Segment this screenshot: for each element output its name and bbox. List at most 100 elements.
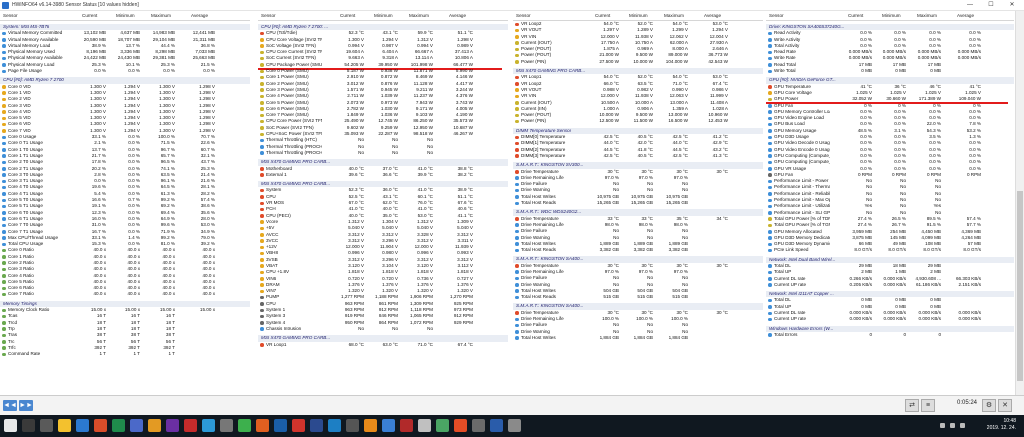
header-average[interactable]: Average bbox=[449, 13, 466, 18]
value-maximum: 104.000 W bbox=[665, 58, 688, 64]
header-minimum[interactable]: Minimum bbox=[116, 13, 135, 18]
app-icon-13[interactable] bbox=[310, 419, 323, 432]
header-minimum[interactable]: Minimum bbox=[374, 13, 393, 18]
header-average[interactable]: Average bbox=[704, 13, 721, 18]
windows-taskbar: 10:48 2019. 12. 24. bbox=[0, 415, 1024, 437]
task-view-icon[interactable] bbox=[40, 419, 53, 432]
sensor-row[interactable]: External 1 39.6 °C 36.6 °C 39.9 °C 38.2 °C bbox=[258, 172, 508, 178]
header-maximum[interactable]: Maximum bbox=[151, 13, 171, 18]
app-icon-24[interactable] bbox=[508, 419, 521, 432]
column-header[interactable]: Sensor Current Minimum Maximum Average bbox=[766, 11, 1014, 21]
sensor-row[interactable]: Thermal Throttling (PROCHOT EXT)NoNoNo bbox=[258, 150, 508, 156]
sensor-row[interactable]: Total Host Reads 3,382 GB 3,382 GB 3,382 GB bbox=[513, 247, 763, 253]
network-icon[interactable]: ⇄ bbox=[905, 399, 919, 412]
window-title: HWiNFO64 v6.14-3980 Sensor Status [10 va… bbox=[12, 2, 139, 8]
header-sensor[interactable]: Sensor bbox=[3, 13, 18, 18]
sensor-row[interactable]: Chassis Intrusion No No No bbox=[258, 326, 508, 332]
taskbar-clock[interactable]: 10:48 2019. 12. 24. bbox=[987, 418, 1016, 432]
sensor-row[interactable]: Core 7 Ratio 40.0 x 40.0 x 40.0 x 40.0 x bbox=[0, 291, 250, 297]
header-minimum[interactable]: Minimum bbox=[882, 13, 901, 18]
column-header[interactable]: Sensor Current Minimum Maximum Average bbox=[513, 11, 763, 21]
start-icon[interactable] bbox=[4, 419, 17, 432]
header-sensor[interactable]: Sensor bbox=[769, 13, 784, 18]
header-maximum[interactable]: Maximum bbox=[917, 13, 937, 18]
sensor-type-icon bbox=[768, 204, 772, 209]
nav-left-button[interactable]: ◄◄ bbox=[3, 400, 17, 411]
header-current[interactable]: Current bbox=[340, 13, 355, 18]
header-current[interactable]: Current bbox=[82, 13, 97, 18]
store-icon[interactable] bbox=[76, 419, 89, 432]
app-icon-21[interactable] bbox=[454, 419, 467, 432]
sensor-row[interactable]: Total Errors 0 0 0 bbox=[766, 332, 1014, 338]
sensor-row[interactable]: Total Host Reads 515 GB 515 GB 515 GB bbox=[513, 294, 763, 300]
network-tray-icon[interactable] bbox=[960, 423, 965, 428]
scrollbar-thumb[interactable] bbox=[1017, 191, 1023, 381]
app-icon-10[interactable] bbox=[256, 419, 269, 432]
minimize-button[interactable]: — bbox=[960, 0, 980, 11]
sensor-type-icon bbox=[768, 198, 772, 203]
sensor-row[interactable]: Power (PIN) 27.500 W 10.000 W 104.000 W 42.5… bbox=[513, 59, 763, 65]
app-icon-7[interactable] bbox=[202, 419, 215, 432]
header-maximum[interactable]: Maximum bbox=[664, 13, 684, 18]
app-icon-9[interactable] bbox=[238, 419, 251, 432]
header-sensor[interactable]: Sensor bbox=[261, 13, 276, 18]
header-current[interactable]: Current bbox=[595, 13, 610, 18]
header-current[interactable]: Current bbox=[848, 13, 863, 18]
close-button[interactable]: ✕ bbox=[1002, 0, 1022, 11]
sensor-type-icon bbox=[260, 119, 264, 124]
sensor-type-icon bbox=[2, 31, 6, 36]
app-icon-8[interactable] bbox=[220, 419, 233, 432]
app-icon-15[interactable] bbox=[346, 419, 359, 432]
volume-icon[interactable] bbox=[950, 423, 955, 428]
close-sensors-icon[interactable]: ✕ bbox=[998, 399, 1012, 412]
header-minimum[interactable]: Minimum bbox=[629, 13, 648, 18]
header-sensor[interactable]: Sensor bbox=[516, 13, 531, 18]
value-maximum: 39.9 °C bbox=[417, 171, 433, 177]
sensor-row[interactable]: PCIe Link Speed 8.0 GT/s 8.0 GT/s 8.0 GT/s 8… bbox=[766, 247, 1014, 253]
value-maximum: 40.0 x bbox=[162, 291, 175, 297]
column-header[interactable]: Sensor Current Minimum Maximum Average bbox=[258, 11, 508, 21]
app-icon-23[interactable] bbox=[490, 419, 503, 432]
value-average: 40.0 x bbox=[202, 291, 215, 297]
report-icon[interactable]: ≡ bbox=[921, 399, 935, 412]
search-icon[interactable] bbox=[22, 419, 35, 432]
maximize-button[interactable]: ☐ bbox=[981, 0, 1001, 11]
app-icon-17[interactable] bbox=[382, 419, 395, 432]
app-icon-1[interactable] bbox=[94, 419, 107, 432]
sensor-row[interactable]: Write Total 0 MB 0 MB 0 MB bbox=[766, 68, 1014, 74]
app-icon-18[interactable] bbox=[400, 419, 413, 432]
app-icon-3[interactable] bbox=[130, 419, 143, 432]
sensor-row[interactable]: Current UP rate 0.205 KB/s 0.000 KB/s 61.18… bbox=[766, 282, 1014, 288]
column-header[interactable]: Sensor Current Minimum Maximum Average bbox=[0, 11, 250, 21]
app-icon-4[interactable] bbox=[148, 419, 161, 432]
app-icon-16[interactable] bbox=[364, 419, 377, 432]
nav-right-button[interactable]: ►► bbox=[19, 400, 33, 411]
tray-icon[interactable] bbox=[940, 423, 945, 428]
sensor-row[interactable]: Total Host Writes 1,884 GB 1,884 GB 1,884 G… bbox=[513, 335, 763, 341]
explorer-icon[interactable] bbox=[58, 419, 71, 432]
header-average[interactable]: Average bbox=[957, 13, 974, 18]
app-icon-20[interactable] bbox=[436, 419, 449, 432]
sensor-type-icon bbox=[260, 167, 264, 171]
settings-icon[interactable]: ⚙ bbox=[982, 399, 996, 412]
value-minimum: No bbox=[392, 325, 398, 331]
sensor-row[interactable]: Current UP rate 0.000 KB/s 0.000 KB/s 0.000… bbox=[766, 316, 1014, 322]
sensor-row[interactable]: Total Host Reads 15,265 GB 15,265 GB 15,265… bbox=[513, 200, 763, 206]
app-icon-22[interactable] bbox=[472, 419, 485, 432]
sensor-row[interactable]: DIMM[3] Temperature 42.5 °C 40.5 °C 42.5 °C… bbox=[513, 153, 763, 159]
sensor-row[interactable]: Page File Usage 0.0 % 0.0 % 0.0 % 0.0 % bbox=[0, 68, 250, 74]
header-average[interactable]: Average bbox=[191, 13, 208, 18]
app-icon-2[interactable] bbox=[112, 419, 125, 432]
sensor-row[interactable]: VR Loop1 68.0 °C 63.0 °C 71.0 °C 67.4 °C bbox=[258, 342, 508, 348]
app-icon-14[interactable] bbox=[328, 419, 341, 432]
app-icon-19[interactable] bbox=[418, 419, 431, 432]
app-icon-12[interactable] bbox=[292, 419, 305, 432]
sensor-row[interactable]: Power (PIN) 12.500 W 11.500 W 16.500 W 12.45… bbox=[513, 118, 763, 124]
app-icon-5[interactable] bbox=[166, 419, 179, 432]
sensor-row[interactable]: Command Rate 1 T1 T1 T bbox=[0, 351, 250, 357]
sensor-type-icon bbox=[768, 173, 772, 177]
app-icon-6[interactable] bbox=[184, 419, 197, 432]
vertical-scrollbar[interactable] bbox=[1015, 11, 1024, 395]
app-icon-11[interactable] bbox=[274, 419, 287, 432]
header-maximum[interactable]: Maximum bbox=[409, 13, 429, 18]
